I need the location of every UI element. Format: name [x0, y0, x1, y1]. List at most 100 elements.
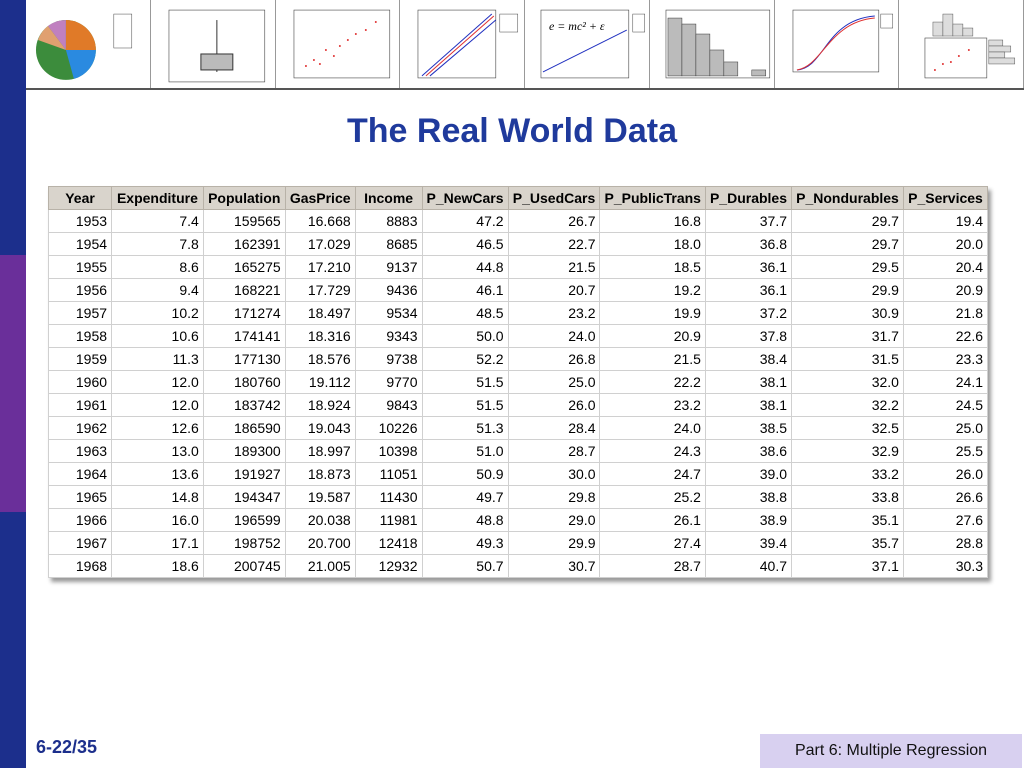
table-cell: 51.3	[421, 416, 509, 440]
table-cell: 9770	[354, 370, 423, 394]
table-body: 1953 7.4 159565 16.668 8883 47.2 26.7 16.8 37.7 2…	[48, 209, 988, 578]
table-cell: 24.1	[902, 370, 988, 394]
table-cell: 18.873	[284, 462, 356, 486]
table-cell: 21.5	[507, 255, 601, 279]
table-cell: 25.0	[902, 416, 988, 440]
table-cell: 26.0	[507, 393, 601, 417]
column-header: P_Durables	[704, 186, 793, 210]
table-cell: 20.700	[284, 531, 356, 555]
table-cell: 49.7	[421, 485, 509, 509]
table-cell: 30.7	[507, 554, 601, 578]
pie-chart-thumbnail	[26, 0, 151, 88]
table-cell: 19.043	[284, 416, 356, 440]
table-cell: 18.0	[599, 232, 706, 256]
table-cell: 9436	[354, 278, 423, 302]
table-cell: 12.0	[111, 370, 204, 394]
table-cell: 37.2	[704, 301, 793, 325]
table-cell: 26.1	[599, 508, 706, 532]
table-cell: 37.8	[704, 324, 793, 348]
table-cell: 30.0	[507, 462, 601, 486]
table-cell: 32.0	[791, 370, 904, 394]
data-table-container[interactable]: Year Expenditure Population GasPrice Income P…	[48, 186, 988, 578]
table-cell: 40.7	[704, 554, 793, 578]
table-cell: 18.5	[599, 255, 706, 279]
table-cell: 1968	[48, 554, 113, 578]
table-cell: 30.3	[902, 554, 988, 578]
table-cell: 27.6	[902, 508, 988, 532]
table-cell: 9137	[354, 255, 423, 279]
table-cell: 39.0	[704, 462, 793, 486]
table-cell: 19.112	[284, 370, 356, 394]
table-row: 1967 17.1 198752 20.700 12418 49.3 29.9 27.4 39.…	[48, 531, 988, 555]
table-cell: 1959	[48, 347, 113, 371]
table-cell: 1953	[48, 209, 113, 233]
table-cell: 29.0	[507, 508, 601, 532]
table-cell: 38.1	[704, 393, 793, 417]
table-cell: 50.7	[421, 554, 509, 578]
table-cell: 22.2	[599, 370, 706, 394]
table-cell: 26.8	[507, 347, 601, 371]
table-cell: 51.5	[421, 370, 509, 394]
table-cell: 1958	[48, 324, 113, 348]
table-cell: 1957	[48, 301, 113, 325]
table-cell: 18.997	[284, 439, 356, 463]
table-cell: 36.1	[704, 278, 793, 302]
table-cell: 17.729	[284, 278, 356, 302]
table-row: 1968 18.6 200745 21.005 12932 50.7 30.7 28.7 40.…	[48, 554, 988, 578]
table-row: 1962 12.6 186590 19.043 10226 51.3 28.4 24.0 38.…	[48, 416, 988, 440]
table-cell: 46.1	[421, 278, 509, 302]
table-cell: 11.3	[111, 347, 204, 371]
table-cell: 1954	[48, 232, 113, 256]
table-cell: 17.1	[111, 531, 204, 555]
table-cell: 27.4	[599, 531, 706, 555]
probability-plot-thumbnail	[400, 0, 525, 88]
table-row: 1956 9.4 168221 17.729 9436 46.1 20.7 19.2 36.1 2…	[48, 278, 988, 302]
boxplot-thumbnail	[150, 0, 276, 88]
table-cell: 1961	[48, 393, 113, 417]
table-row: 1955 8.6 165275 17.210 9137 44.8 21.5 18.5 36.1 2…	[48, 255, 988, 279]
regression-scatter-thumbnail: e = mc² + ε	[525, 0, 650, 88]
table-cell: 20.4	[902, 255, 988, 279]
table-cell: 29.7	[791, 209, 904, 233]
marginal-plot-thumbnail	[899, 0, 1024, 88]
table-row: 1957 10.2 171274 18.497 9534 48.5 23.2 19.9 37.2…	[48, 301, 988, 325]
table-cell: 1960	[48, 370, 113, 394]
table-cell: 32.2	[791, 393, 904, 417]
table-cell: 31.7	[791, 324, 904, 348]
table-cell: 8685	[354, 232, 423, 256]
table-cell: 29.7	[791, 232, 904, 256]
table-cell: 20.9	[902, 278, 988, 302]
table-cell: 9843	[354, 393, 423, 417]
table-cell: 24.5	[902, 393, 988, 417]
table-row: 1960 12.0 180760 19.112 9770 51.5 25.0 22.2 38.1…	[48, 370, 988, 394]
table-cell: 196599	[202, 508, 286, 532]
table-header-row: Year Expenditure Population GasPrice Income P…	[48, 186, 988, 210]
table-row: 1959 11.3 177130 18.576 9738 52.2 26.8 21.5 38.4…	[48, 347, 988, 371]
table-row: 1954 7.8 162391 17.029 8685 46.5 22.7 18.0 36.8 2…	[48, 232, 988, 256]
table-cell: 9534	[354, 301, 423, 325]
table-cell: 174141	[202, 324, 286, 348]
table-cell: 16.668	[284, 209, 356, 233]
table-cell: 12932	[354, 554, 423, 578]
table-cell: 17.210	[284, 255, 356, 279]
table-cell: 23.3	[902, 347, 988, 371]
table-cell: 168221	[202, 278, 286, 302]
table-cell: 19.2	[599, 278, 706, 302]
table-cell: 8.6	[111, 255, 204, 279]
table-cell: 20.9	[599, 324, 706, 348]
table-cell: 23.2	[507, 301, 601, 325]
table-cell: 9738	[354, 347, 423, 371]
table-cell: 1963	[48, 439, 113, 463]
data-table: Year Expenditure Population GasPrice Income P…	[48, 186, 988, 578]
table-cell: 36.8	[704, 232, 793, 256]
table-cell: 11051	[354, 462, 423, 486]
table-cell: 1964	[48, 462, 113, 486]
table-cell: 44.8	[421, 255, 509, 279]
table-cell: 16.8	[599, 209, 706, 233]
table-cell: 198752	[202, 531, 286, 555]
table-cell: 20.038	[284, 508, 356, 532]
table-cell: 24.0	[599, 416, 706, 440]
table-row: 1964 13.6 191927 18.873 11051 50.9 30.0 24.7 39.…	[48, 462, 988, 486]
table-cell: 12.6	[111, 416, 204, 440]
column-header: Population	[202, 186, 286, 210]
